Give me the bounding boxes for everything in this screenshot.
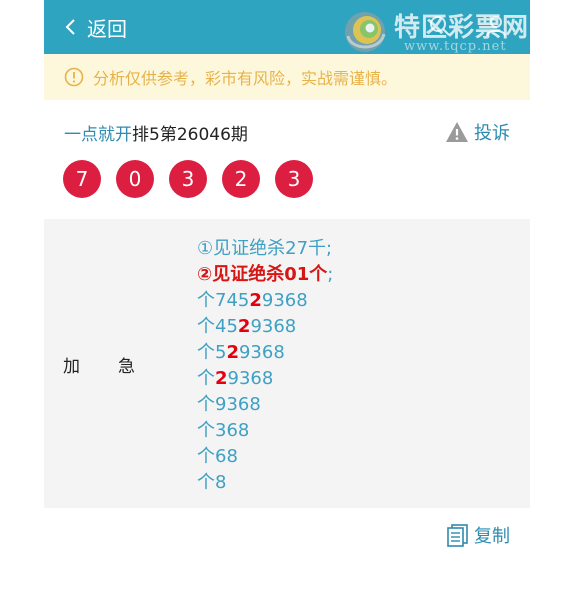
row-text: 9368 xyxy=(227,368,274,389)
row-text: 9368 xyxy=(250,316,297,337)
label-char: 加 xyxy=(63,357,80,377)
result-ball: 0 xyxy=(116,160,154,198)
result-ball: 2 xyxy=(222,160,260,198)
prediction-row: 个9368 xyxy=(197,392,333,418)
back-label: 返回 xyxy=(87,16,127,41)
row-text: 个45 xyxy=(197,316,238,337)
report-label: 投诉 xyxy=(474,123,510,144)
row-text: 9368 xyxy=(238,342,285,363)
chevron-left-icon xyxy=(65,19,75,35)
risk-notice: 分析仅供参考，彩市有风险，实战需谨慎。 xyxy=(44,54,530,100)
report-button[interactable]: 投诉 xyxy=(445,119,510,145)
row-text: 个8 xyxy=(197,472,227,493)
issue-info: 一点就开排5第26046期 投诉 xyxy=(44,100,530,160)
prediction-line: ①见证绝杀27千; xyxy=(197,238,333,259)
site-logo-watermark: 特区彩票网 www.tqcp.net xyxy=(340,6,530,54)
page: 返回 特区彩票网 www.tqcp.net 分析仅供参考，彩市有风险，实战需谨慎… xyxy=(44,0,530,547)
prediction-row: 个368 xyxy=(197,418,333,444)
issue-number: 排5第26046期 xyxy=(132,125,248,145)
prediction-row: 个74529368 xyxy=(197,288,333,314)
prediction-row: 个4529368 xyxy=(197,314,333,340)
prediction-row: 个29368 xyxy=(197,366,333,392)
row-text: 个 xyxy=(197,368,215,389)
author-link[interactable]: 一点就开 xyxy=(64,125,132,145)
notice-text: 分析仅供参考，彩市有风险，实战需谨慎。 xyxy=(93,69,398,88)
highlight-digit: 2 xyxy=(237,316,251,337)
result-ball: 3 xyxy=(169,160,207,198)
row-text: 个5 xyxy=(197,342,227,363)
highlight-digit: 2 xyxy=(249,290,262,311)
logo-url: www.tqcp.net xyxy=(404,39,507,54)
copy-icon xyxy=(447,524,468,547)
prediction-line-highlight: ②见证绝杀01个; xyxy=(197,262,333,288)
highlight-digit: 2 xyxy=(215,368,228,389)
result-ball: 3 xyxy=(275,160,313,198)
label-char: 急 xyxy=(118,357,135,377)
warning-icon xyxy=(446,122,468,142)
prediction-panel: 加急 ①见证绝杀27千; ②见证绝杀01个; 个74529368 个4529368… xyxy=(44,219,530,508)
draw-result-balls: 7 0 3 2 3 xyxy=(44,160,530,216)
prediction-row: 个529368 xyxy=(197,340,333,366)
copy-label: 复制 xyxy=(474,526,510,547)
kill-text: ②见证绝杀01个 xyxy=(197,264,328,285)
row-text: 个745 xyxy=(197,290,250,311)
back-button[interactable]: 返回 xyxy=(64,0,127,54)
top-bar: 返回 特区彩票网 www.tqcp.net xyxy=(44,0,530,54)
row-text: 个9368 xyxy=(197,394,261,415)
highlight-digit: 2 xyxy=(226,342,239,363)
result-ball: 7 xyxy=(63,160,101,198)
prediction-label: 加急 xyxy=(63,352,135,377)
row-text: 个368 xyxy=(197,420,250,441)
logo-swirl-icon xyxy=(345,12,386,52)
prediction-row: 个8 xyxy=(197,470,333,496)
prediction-lines: ①见证绝杀27千; ②见证绝杀01个; 个74529368 个4529368 个52… xyxy=(197,236,333,496)
row-text: 个68 xyxy=(197,446,238,467)
prediction-row: 个68 xyxy=(197,444,333,470)
copy-button[interactable]: 复制 xyxy=(446,522,510,548)
semicolon: ; xyxy=(327,264,334,285)
row-text: 9368 xyxy=(261,290,308,311)
info-icon xyxy=(64,67,84,87)
